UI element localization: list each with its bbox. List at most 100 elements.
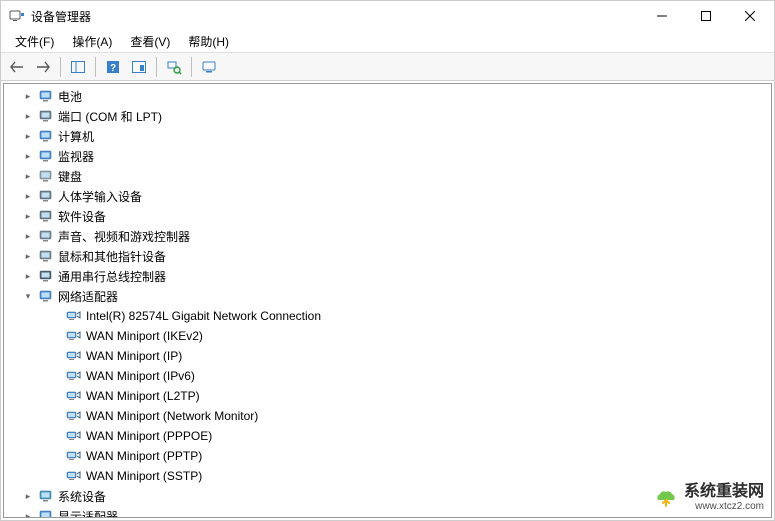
network-adapter-icon [66,308,82,324]
network-adapter-icon [66,408,82,424]
minimize-button[interactable] [640,2,684,30]
network-adapter-icon [66,468,82,484]
device-tree-container[interactable]: ▸电池▸端口 (COM 和 LPT)▸计算机▸监视器▸键盘▸人体学输入设备▸软件… [3,83,772,518]
toolbar-separator [95,57,96,77]
tree-category[interactable]: ▸ 电池 [4,86,771,106]
chevron-right-icon[interactable]: ▸ [22,190,34,202]
tree-device[interactable]: WAN Miniport (IPv6) [4,366,771,386]
forward-button[interactable] [31,56,55,78]
tree-device[interactable]: WAN Miniport (IP) [4,346,771,366]
tree-device[interactable]: WAN Miniport (PPTP) [4,446,771,466]
network-adapter-icon [66,448,82,464]
device-category-icon [38,248,54,264]
back-button[interactable] [5,56,29,78]
tree-category-label: 软件设备 [58,208,106,225]
tree-device[interactable]: Intel(R) 82574L Gigabit Network Connecti… [4,306,771,326]
expander-placeholder [50,370,62,382]
device-category-icon [38,508,54,518]
tree-category-label: 电池 [58,88,82,105]
tree-category[interactable]: ▸ 键盘 [4,166,771,186]
watermark-logo-icon [654,486,678,510]
devices-by-type-button[interactable] [197,56,221,78]
tree-device-label: WAN Miniport (IP) [86,349,182,363]
tree-category[interactable]: ▾ 网络适配器 [4,286,771,306]
device-tree: ▸电池▸端口 (COM 和 LPT)▸计算机▸监视器▸键盘▸人体学输入设备▸软件… [4,84,771,518]
device-category-icon [38,488,54,504]
device-category-icon [38,108,54,124]
chevron-right-icon[interactable]: ▸ [22,270,34,282]
app-icon [9,8,25,24]
tree-device-label: Intel(R) 82574L Gigabit Network Connecti… [86,309,321,323]
tree-device-label: WAN Miniport (Network Monitor) [86,409,258,423]
tree-category[interactable]: ▸ 通用串行总线控制器 [4,266,771,286]
network-adapter-icon [66,388,82,404]
tree-device[interactable]: WAN Miniport (PPPOE) [4,426,771,446]
device-category-icon [38,288,54,304]
tree-category-label: 网络适配器 [58,288,118,305]
menu-file[interactable]: 文件(F) [7,31,62,52]
maximize-button[interactable] [684,2,728,30]
tree-device[interactable]: WAN Miniport (Network Monitor) [4,406,771,426]
tree-category[interactable]: ▸ 计算机 [4,126,771,146]
tree-category-label: 系统设备 [58,488,106,505]
menu-help[interactable]: 帮助(H) [180,31,237,52]
chevron-right-icon[interactable]: ▸ [22,110,34,122]
tree-category-label: 鼠标和其他指针设备 [58,248,166,265]
chevron-right-icon[interactable]: ▸ [22,210,34,222]
tree-category[interactable]: ▸端口 (COM 和 LPT) [4,106,771,126]
device-category-icon [38,228,54,244]
network-adapter-icon [66,428,82,444]
chevron-right-icon[interactable]: ▸ [22,250,34,262]
device-category-icon [38,268,54,284]
menubar: 文件(F) 操作(A) 查看(V) 帮助(H) [1,31,774,53]
properties-button[interactable] [127,56,151,78]
tree-device-label: WAN Miniport (IPv6) [86,369,195,383]
toolbar-separator [156,57,157,77]
tree-device[interactable]: WAN Miniport (IKEv2) [4,326,771,346]
watermark-text: 系统重装网 [684,483,764,501]
chevron-right-icon[interactable]: ▸ [22,150,34,162]
tree-category-label: 键盘 [58,168,82,185]
network-adapter-icon [66,328,82,344]
menu-action[interactable]: 操作(A) [64,31,120,52]
chevron-down-icon[interactable]: ▾ [22,290,34,302]
device-category-icon [38,88,54,104]
tree-device[interactable]: WAN Miniport (L2TP) [4,386,771,406]
window-title: 设备管理器 [31,8,640,25]
device-category-icon [38,208,54,224]
tree-category[interactable]: ▸ 鼠标和其他指针设备 [4,246,771,266]
expander-placeholder [50,350,62,362]
show-hide-tree-button[interactable] [66,56,90,78]
expander-placeholder [50,430,62,442]
tree-category[interactable]: ▸人体学输入设备 [4,186,771,206]
tree-device-label: WAN Miniport (PPTP) [86,449,202,463]
tree-category-label: 通用串行总线控制器 [58,268,166,285]
expander-placeholder [50,390,62,402]
menu-view[interactable]: 查看(V) [122,31,178,52]
tree-category-label: 计算机 [58,128,94,145]
tree-category[interactable]: ▸ 声音、视频和游戏控制器 [4,226,771,246]
device-category-icon [38,148,54,164]
watermark: 系统重装网 www.xtcz2.com [654,483,764,512]
toolbar-separator [191,57,192,77]
close-button[interactable] [728,2,772,30]
chevron-right-icon[interactable]: ▸ [22,170,34,182]
chevron-right-icon[interactable]: ▸ [22,490,34,502]
tree-category[interactable]: ▸监视器 [4,146,771,166]
tree-category-label: 声音、视频和游戏控制器 [58,228,190,245]
expander-placeholder [50,470,62,482]
tree-category[interactable]: ▸ 软件设备 [4,206,771,226]
device-category-icon [38,188,54,204]
chevron-right-icon[interactable]: ▸ [22,510,34,518]
chevron-right-icon[interactable]: ▸ [22,130,34,142]
expander-placeholder [50,310,62,322]
tree-category-label: 显示适配器 [58,508,118,519]
tree-device-label: WAN Miniport (L2TP) [86,389,200,403]
tree-device-label: WAN Miniport (PPPOE) [86,429,212,443]
chevron-right-icon[interactable]: ▸ [22,230,34,242]
scan-hardware-button[interactable] [162,56,186,78]
chevron-right-icon[interactable]: ▸ [22,90,34,102]
titlebar: 设备管理器 [1,1,774,31]
tree-device-label: WAN Miniport (SSTP) [86,469,202,483]
help-button[interactable]: ? [101,56,125,78]
